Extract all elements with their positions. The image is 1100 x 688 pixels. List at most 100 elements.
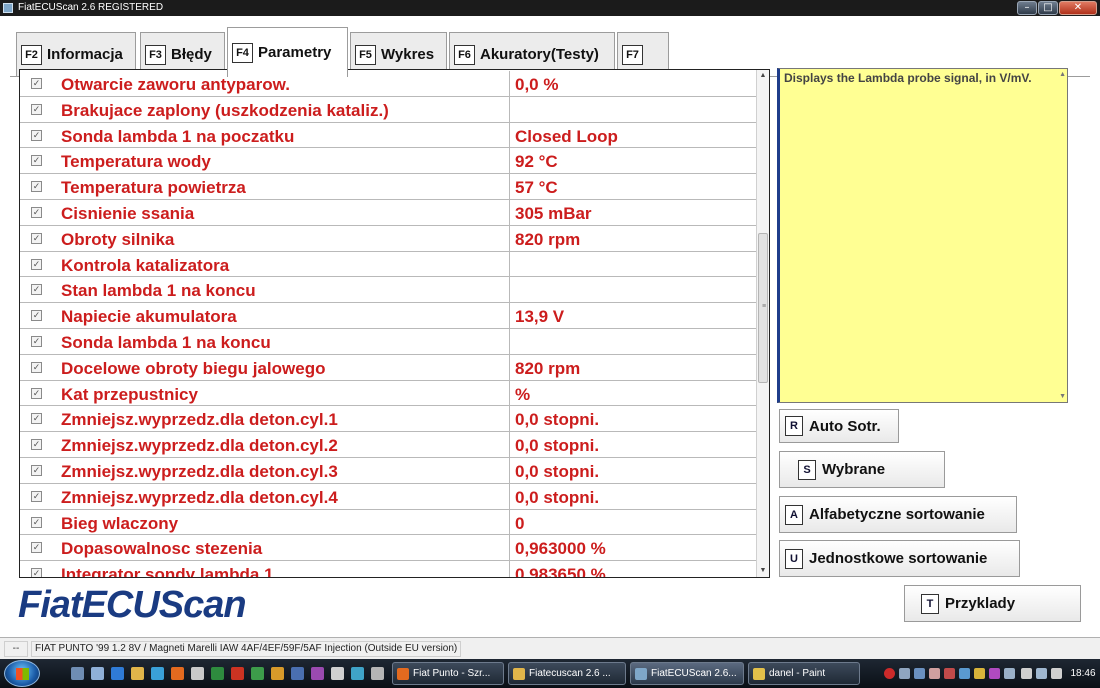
parameter-name: Temperatura powietrza bbox=[61, 178, 246, 198]
row-checkbox[interactable]: ✓ bbox=[31, 516, 42, 528]
table-row[interactable]: ✓ Otwarcie zaworu antyparow. 0,0 % bbox=[20, 71, 757, 97]
table-row[interactable]: ✓ Sonda lambda 1 na koncu bbox=[20, 328, 757, 355]
column-divider bbox=[509, 277, 510, 303]
row-checkbox[interactable]: ✓ bbox=[31, 568, 42, 577]
column-divider bbox=[509, 225, 510, 251]
row-checkbox[interactable]: ✓ bbox=[31, 206, 42, 218]
clock[interactable]: 18:46 bbox=[1066, 659, 1100, 688]
row-checkbox[interactable]: ✓ bbox=[31, 310, 42, 322]
table-row[interactable]: ✓ Sonda lambda 1 na poczatku Closed Loop bbox=[20, 122, 757, 149]
parameter-table: ✓ Otwarcie zaworu antyparow. 0,0 % ✓ Brakuja… bbox=[19, 69, 770, 578]
network-icon[interactable] bbox=[1036, 668, 1047, 679]
scroll-thumb[interactable]: ≡ bbox=[758, 233, 768, 383]
show-desktop-icon[interactable] bbox=[71, 667, 84, 680]
maximize-button[interactable]: □ bbox=[1038, 1, 1058, 15]
scroll-up-icon[interactable]: ▲ bbox=[1059, 71, 1066, 78]
row-checkbox[interactable]: ✓ bbox=[31, 542, 42, 554]
table-row[interactable]: ✓ Zmniejsz.wyprzedz.dla deton.cyl.1 0,0 st… bbox=[20, 406, 757, 433]
internet-explorer-icon[interactable] bbox=[111, 667, 124, 680]
table-row[interactable]: ✓ Obroty silnika 820 rpm bbox=[20, 225, 757, 252]
table-row[interactable]: ✓ Zmniejsz.wyprzedz.dla deton.cyl.2 0,0 st… bbox=[20, 432, 757, 458]
antivirus-icon[interactable] bbox=[884, 668, 895, 679]
app-icon[interactable] bbox=[331, 667, 344, 680]
tray-icon[interactable] bbox=[959, 668, 970, 679]
table-row[interactable]: ✓ Zmniejsz.wyprzedz.dla deton.cyl.4 0,0 st… bbox=[20, 483, 757, 510]
tray-icon[interactable] bbox=[944, 668, 955, 679]
f3-key-icon: F3 bbox=[145, 44, 166, 65]
row-checkbox[interactable]: ✓ bbox=[31, 490, 42, 502]
row-checkbox[interactable]: ✓ bbox=[31, 155, 42, 167]
table-row[interactable]: ✓ Zmniejsz.wyprzedz.dla deton.cyl.3 0,0 st… bbox=[20, 457, 757, 484]
media-player-icon[interactable] bbox=[151, 667, 164, 680]
table-row[interactable]: ✓ Kontrola katalizatora bbox=[20, 251, 757, 278]
row-checkbox[interactable]: ✓ bbox=[31, 439, 42, 451]
scroll-down-icon[interactable]: ▼ bbox=[1059, 393, 1066, 400]
table-row[interactable]: ✓ Stan lambda 1 na koncu bbox=[20, 277, 757, 304]
firefox-icon[interactable] bbox=[171, 667, 184, 680]
app-icon[interactable] bbox=[311, 667, 324, 680]
save-icon[interactable] bbox=[191, 667, 204, 680]
tray-icon[interactable] bbox=[899, 668, 910, 679]
table-row[interactable]: ✓ Kat przepustnicy % bbox=[20, 380, 757, 407]
column-divider bbox=[509, 354, 510, 380]
task-label: danel - Paint bbox=[769, 668, 826, 679]
row-checkbox[interactable]: ✓ bbox=[31, 361, 42, 373]
table-row[interactable]: ✓ Integrator sondy lambda 1 0,983650 % bbox=[20, 561, 757, 577]
tray-icon[interactable] bbox=[989, 668, 1000, 679]
row-checkbox[interactable]: ✓ bbox=[31, 129, 42, 141]
table-row[interactable]: ✓ Bieg wlaczony 0 bbox=[20, 509, 757, 536]
scroll-up-icon[interactable]: ▲ bbox=[757, 70, 769, 82]
tray-icon[interactable] bbox=[1004, 668, 1015, 679]
tray-icon[interactable] bbox=[929, 668, 940, 679]
row-checkbox[interactable]: ✓ bbox=[31, 413, 42, 425]
volume-icon[interactable] bbox=[1051, 668, 1062, 679]
parameter-value: Closed Loop bbox=[515, 126, 618, 146]
minimize-button[interactable]: – bbox=[1017, 1, 1037, 15]
taskbar-item[interactable]: Fiatecuscan 2.6 ... bbox=[508, 662, 626, 685]
app-icon[interactable] bbox=[271, 667, 284, 680]
row-checkbox[interactable]: ✓ bbox=[31, 181, 42, 193]
table-scrollbar[interactable]: ▲ ≡ ▼ bbox=[756, 70, 769, 577]
table-row[interactable]: ✓ Temperatura wody 92 °C bbox=[20, 148, 757, 175]
row-checkbox[interactable]: ✓ bbox=[31, 284, 42, 296]
app-icon[interactable] bbox=[291, 667, 304, 680]
table-row[interactable]: ✓ Napiecie akumulatora 13,9 V bbox=[20, 303, 757, 329]
alphabetical-sort-button[interactable]: A Alfabetyczne sortowanie bbox=[779, 496, 1017, 533]
close-button[interactable]: ✕ bbox=[1059, 1, 1097, 15]
app-icon[interactable] bbox=[371, 667, 384, 680]
taskbar-item[interactable]: danel - Paint bbox=[748, 662, 860, 685]
folder-icon[interactable] bbox=[131, 667, 144, 680]
column-divider bbox=[509, 535, 510, 561]
table-row[interactable]: ✓ Temperatura powietrza 57 °C bbox=[20, 174, 757, 200]
app-icon[interactable] bbox=[251, 667, 264, 680]
examples-button[interactable]: T Przyklady bbox=[904, 585, 1081, 622]
row-checkbox[interactable]: ✓ bbox=[31, 232, 42, 244]
row-checkbox[interactable]: ✓ bbox=[31, 78, 42, 89]
auto-sort-button[interactable]: R Auto Sotr. bbox=[779, 409, 899, 443]
row-checkbox[interactable]: ✓ bbox=[31, 387, 42, 399]
row-checkbox[interactable]: ✓ bbox=[31, 335, 42, 347]
app-icon[interactable] bbox=[351, 667, 364, 680]
s-key-icon: S bbox=[798, 459, 816, 480]
taskbar-item[interactable]: Fiat Punto - Szr... bbox=[392, 662, 504, 685]
tab-parametry[interactable]: F4 Parametry bbox=[227, 27, 348, 77]
f7-key-icon: F7 bbox=[622, 44, 643, 65]
table-row[interactable]: ✓ Docelowe obroty biegu jalowego 820 rpm bbox=[20, 354, 757, 381]
unit-sort-button[interactable]: U Jednostkowe sortowanie bbox=[779, 540, 1020, 577]
battery-icon[interactable] bbox=[1021, 668, 1032, 679]
table-row[interactable]: ✓ Cisnienie ssania 305 mBar bbox=[20, 199, 757, 226]
row-checkbox[interactable]: ✓ bbox=[31, 464, 42, 476]
start-button[interactable] bbox=[4, 660, 40, 687]
app-icon[interactable] bbox=[231, 667, 244, 680]
table-row[interactable]: ✓ Dopasowalnosc stezenia 0,963000 % bbox=[20, 535, 757, 562]
app-icon[interactable] bbox=[211, 667, 224, 680]
tray-icon[interactable] bbox=[914, 668, 925, 679]
selected-button[interactable]: S Wybrane bbox=[779, 451, 945, 488]
scroll-down-icon[interactable]: ▼ bbox=[757, 565, 769, 577]
table-row[interactable]: ✓ Brakujace zaplony (uszkodzenia kataliz.… bbox=[20, 96, 757, 123]
taskbar-item-active[interactable]: FiatECUScan 2.6... bbox=[630, 662, 744, 685]
shield-icon[interactable] bbox=[974, 668, 985, 679]
row-checkbox[interactable]: ✓ bbox=[31, 103, 42, 115]
row-checkbox[interactable]: ✓ bbox=[31, 258, 42, 270]
switch-windows-icon[interactable] bbox=[91, 667, 104, 680]
